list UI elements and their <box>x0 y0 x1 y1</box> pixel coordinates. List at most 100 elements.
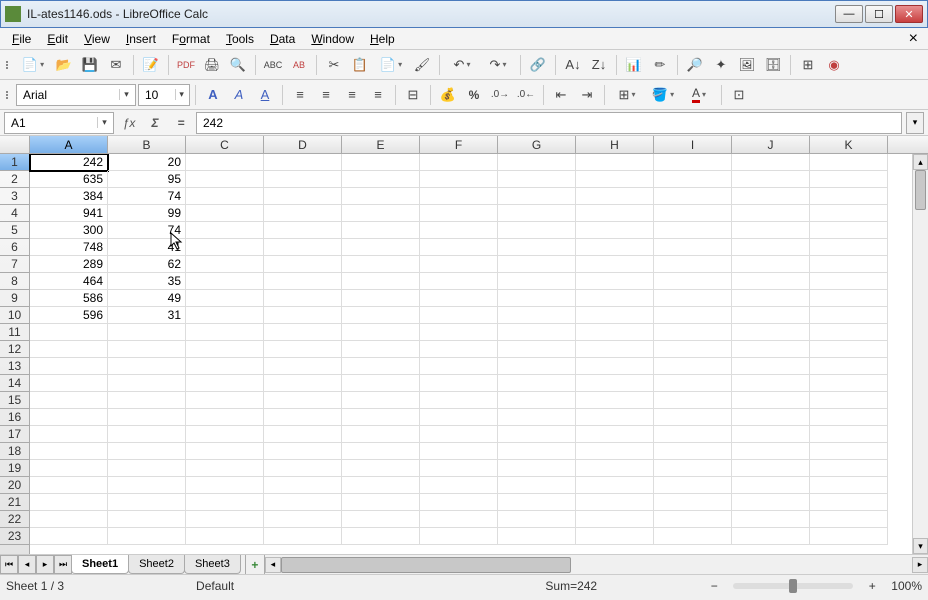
cell-c9[interactable] <box>186 290 264 307</box>
merge-cells-button[interactable]: ⊟ <box>401 83 425 107</box>
cell-g3[interactable] <box>498 188 576 205</box>
vscroll-thumb[interactable] <box>915 170 926 210</box>
cell-a10[interactable]: 596 <box>30 307 108 324</box>
increase-indent-button[interactable]: ⇥ <box>575 83 599 107</box>
cell-i12[interactable] <box>654 341 732 358</box>
cell-e23[interactable] <box>342 528 420 545</box>
cell-a23[interactable] <box>30 528 108 545</box>
cell-j18[interactable] <box>732 443 810 460</box>
cell-g12[interactable] <box>498 341 576 358</box>
cell-e4[interactable] <box>342 205 420 222</box>
cell-d10[interactable] <box>264 307 342 324</box>
sort-desc-button[interactable]: Z↓ <box>587 53 611 77</box>
cell-d17[interactable] <box>264 426 342 443</box>
cell-h22[interactable] <box>576 511 654 528</box>
cell-d12[interactable] <box>264 341 342 358</box>
cell-e17[interactable] <box>342 426 420 443</box>
cell-c3[interactable] <box>186 188 264 205</box>
row-header-16[interactable]: 16 <box>0 409 29 426</box>
sheet-tab-sheet1[interactable]: Sheet1 <box>71 555 129 574</box>
cell-i22[interactable] <box>654 511 732 528</box>
cell-h19[interactable] <box>576 460 654 477</box>
cell-reference-dropdown-icon[interactable]: ▾ <box>97 117 111 128</box>
cell-c6[interactable] <box>186 239 264 256</box>
paste-button[interactable]: 📄▾ <box>374 53 408 77</box>
cell-h4[interactable] <box>576 205 654 222</box>
cell-e9[interactable] <box>342 290 420 307</box>
cell-f15[interactable] <box>420 392 498 409</box>
cell-i18[interactable] <box>654 443 732 460</box>
cell-e21[interactable] <box>342 494 420 511</box>
headers-button[interactable]: ⊞ <box>796 53 820 77</box>
print-button[interactable]: 🖨 <box>200 53 224 77</box>
cell-e3[interactable] <box>342 188 420 205</box>
column-header-g[interactable]: G <box>498 136 576 153</box>
cell-h11[interactable] <box>576 324 654 341</box>
cell-b5[interactable]: 74 <box>108 222 186 239</box>
column-header-k[interactable]: K <box>810 136 888 153</box>
italic-button[interactable]: A <box>227 83 251 107</box>
chart-button[interactable]: 📊 <box>622 53 646 77</box>
cell-i4[interactable] <box>654 205 732 222</box>
cell-j8[interactable] <box>732 273 810 290</box>
cell-h5[interactable] <box>576 222 654 239</box>
spellcheck-button[interactable]: ABC <box>261 53 285 77</box>
cell-k17[interactable] <box>810 426 888 443</box>
column-header-h[interactable]: H <box>576 136 654 153</box>
cell-f11[interactable] <box>420 324 498 341</box>
cell-j21[interactable] <box>732 494 810 511</box>
cell-f9[interactable] <box>420 290 498 307</box>
column-header-f[interactable]: F <box>420 136 498 153</box>
row-header-5[interactable]: 5 <box>0 222 29 239</box>
cell-c10[interactable] <box>186 307 264 324</box>
row-header-6[interactable]: 6 <box>0 239 29 256</box>
cell-g11[interactable] <box>498 324 576 341</box>
cell-k2[interactable] <box>810 171 888 188</box>
cell-k6[interactable] <box>810 239 888 256</box>
cell-a6[interactable]: 748 <box>30 239 108 256</box>
cell-d21[interactable] <box>264 494 342 511</box>
cell-i3[interactable] <box>654 188 732 205</box>
cell-e12[interactable] <box>342 341 420 358</box>
cell-b11[interactable] <box>108 324 186 341</box>
font-size-input[interactable] <box>145 88 175 102</box>
cell-a20[interactable] <box>30 477 108 494</box>
menu-tools[interactable]: Tools <box>218 30 262 48</box>
cell-b8[interactable]: 35 <box>108 273 186 290</box>
navigator-button[interactable]: ✦ <box>709 53 733 77</box>
cell-g23[interactable] <box>498 528 576 545</box>
zoom-out-button[interactable]: − <box>707 579 721 593</box>
cell-b6[interactable]: 41 <box>108 239 186 256</box>
cell-i8[interactable] <box>654 273 732 290</box>
cell-e1[interactable] <box>342 154 420 171</box>
cell-a7[interactable]: 289 <box>30 256 108 273</box>
cell-g8[interactable] <box>498 273 576 290</box>
scroll-up-button[interactable]: ▴ <box>913 154 928 170</box>
cell-k14[interactable] <box>810 375 888 392</box>
cell-k19[interactable] <box>810 460 888 477</box>
cell-e20[interactable] <box>342 477 420 494</box>
cell-k3[interactable] <box>810 188 888 205</box>
row-header-8[interactable]: 8 <box>0 273 29 290</box>
cell-b14[interactable] <box>108 375 186 392</box>
cell-c18[interactable] <box>186 443 264 460</box>
align-justify-button[interactable]: ≡ <box>366 83 390 107</box>
cell-c1[interactable] <box>186 154 264 171</box>
cell-h20[interactable] <box>576 477 654 494</box>
scroll-right-button[interactable]: ▸ <box>912 557 928 573</box>
menu-window[interactable]: Window <box>303 30 362 48</box>
vertical-scrollbar[interactable]: ▴ ▾ <box>912 154 928 554</box>
cell-f10[interactable] <box>420 307 498 324</box>
row-header-18[interactable]: 18 <box>0 443 29 460</box>
cell-e15[interactable] <box>342 392 420 409</box>
cell-f1[interactable] <box>420 154 498 171</box>
cell-b15[interactable] <box>108 392 186 409</box>
row-header-10[interactable]: 10 <box>0 307 29 324</box>
currency-button[interactable]: 💰 <box>436 83 460 107</box>
cell-c12[interactable] <box>186 341 264 358</box>
cell-a2[interactable]: 635 <box>30 171 108 188</box>
cell-f19[interactable] <box>420 460 498 477</box>
cell-i1[interactable] <box>654 154 732 171</box>
cell-i19[interactable] <box>654 460 732 477</box>
cell-c7[interactable] <box>186 256 264 273</box>
